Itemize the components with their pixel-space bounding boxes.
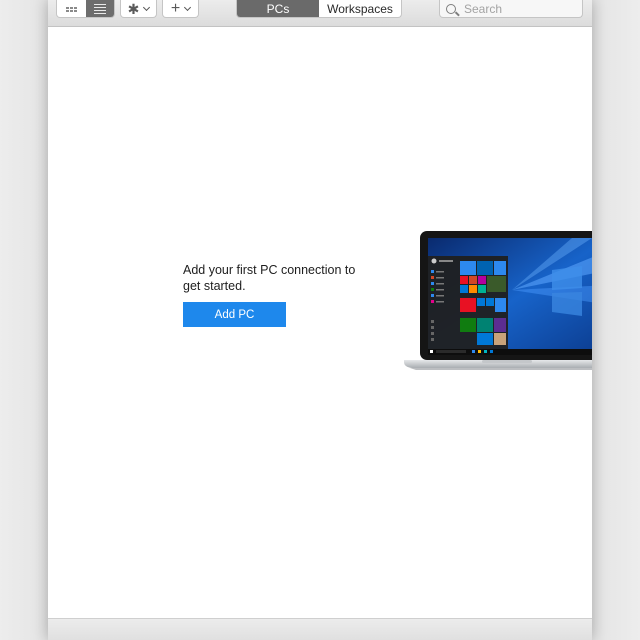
chevron-down-icon [184,3,192,11]
chevron-down-icon [143,3,151,11]
connection-tabs: PCs Workspaces [236,0,402,18]
laptop-windows-illustration [404,231,592,370]
search-box [439,0,583,18]
app-window: ✱ + PCs Workspaces Add your first PC con… [48,0,592,640]
tab-workspaces[interactable]: Workspaces [319,0,401,17]
toolbar: ✱ + PCs Workspaces [48,0,592,27]
search-input[interactable] [462,1,572,16]
plus-icon: + [170,0,181,17]
list-view-button[interactable] [85,0,114,17]
status-bar [48,618,592,640]
view-mode-toggle [56,0,115,18]
desktop-background-right [592,0,640,640]
settings-menu-button[interactable]: ✱ [120,0,157,18]
list-icon [93,4,106,14]
grid-view-button[interactable] [57,0,86,17]
gear-icon: ✱ [127,0,140,17]
search-icon [446,3,456,14]
grid-icon [65,6,77,12]
desktop-background-left [0,0,48,640]
add-menu-button[interactable]: + [162,0,199,18]
add-pc-button[interactable]: Add PC [183,302,286,327]
empty-state-message: Add your first PC connection to get star… [183,263,356,293]
tab-pcs[interactable]: PCs [237,0,319,17]
